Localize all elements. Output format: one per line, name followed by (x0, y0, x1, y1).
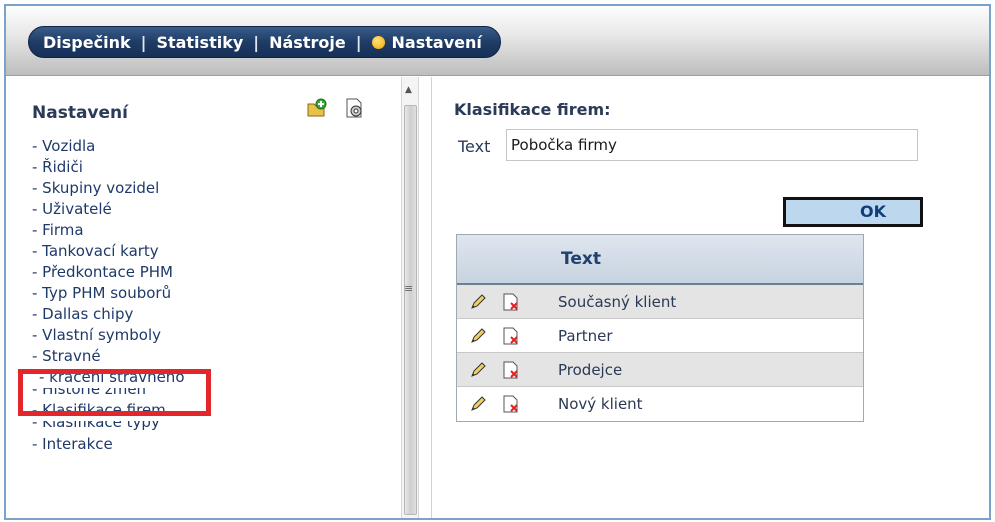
settings-sidebar: Nastavení - Vozidla - Řidiči - Skupiny v… (6, 77, 401, 518)
table-row: Současný klient (457, 285, 863, 319)
app-frame: Dispečink | Statistiky | Nástroje | Nast… (4, 4, 991, 520)
text-field-label: Text (458, 137, 491, 156)
column-header-text[interactable]: Text (561, 249, 601, 269)
settings-page-icon[interactable] (344, 97, 366, 119)
nav-separator: | (355, 32, 362, 52)
ok-button[interactable]: OK (783, 197, 923, 227)
sidebar-scrollbar[interactable]: ▲ ≡ (401, 77, 419, 518)
text-input[interactable] (506, 129, 918, 161)
edit-icon[interactable] (470, 327, 488, 345)
table-row: Partner (457, 319, 863, 353)
main-nav: Dispečink | Statistiky | Nástroje | Nast… (28, 26, 501, 58)
delete-icon[interactable] (502, 293, 520, 311)
sidebar-item-tankovaci-karty[interactable]: - Tankovací karty (32, 241, 185, 262)
edit-icon[interactable] (470, 293, 488, 311)
sidebar-item-vlastni-symboly[interactable]: - Vlastní symboly (32, 325, 185, 346)
table-row: Prodejce (457, 353, 863, 387)
sidebar-item-uzivatele[interactable]: - Uživatelé (32, 199, 185, 220)
nav-separator: | (253, 32, 260, 52)
classification-table: Text Současný klient Partner Prodejce No… (456, 234, 864, 422)
highlight-box (18, 369, 211, 416)
row-text: Současný klient (558, 293, 677, 311)
page-title: Klasifikace firem: (454, 100, 611, 119)
sidebar-item-vozidla[interactable]: - Vozidla (32, 136, 185, 157)
sidebar-item-klasifikace-typy[interactable]: - Klasifikace typy (32, 421, 185, 434)
panel-divider (431, 77, 432, 518)
delete-icon[interactable] (502, 327, 520, 345)
sidebar-item-interakce[interactable]: - Interakce (32, 434, 185, 455)
sidebar-toolbar (306, 97, 366, 119)
sidebar-item-stravne[interactable]: - Stravné (32, 346, 185, 367)
sidebar-item-dallas-chipy[interactable]: - Dallas chipy (32, 304, 185, 325)
sidebar-item-typ-phm-souboru[interactable]: - Typ PHM souborů (32, 283, 185, 304)
active-dot-icon (371, 35, 385, 49)
edit-icon[interactable] (470, 395, 488, 413)
top-bar: Dispečink | Statistiky | Nástroje | Nast… (6, 6, 989, 76)
scroll-grip-icon: ≡ (404, 282, 414, 295)
nav-statistiky[interactable]: Statistiky (156, 33, 243, 52)
row-text: Nový klient (558, 395, 643, 413)
add-folder-icon[interactable] (306, 97, 328, 119)
sidebar-title: Nastavení (32, 103, 128, 123)
nav-nastaveni[interactable]: Nastavení (392, 33, 482, 52)
scroll-up-icon[interactable]: ▲ (405, 85, 412, 95)
sidebar-item-predkontace-phm[interactable]: - Předkontace PHM (32, 262, 185, 283)
table-row: Nový klient (457, 387, 863, 421)
nav-dispecink[interactable]: Dispečink (43, 33, 131, 52)
row-text: Prodejce (558, 361, 623, 379)
nav-separator: | (140, 32, 147, 52)
nav-nastroje[interactable]: Nástroje (269, 33, 346, 52)
delete-icon[interactable] (502, 361, 520, 379)
sidebar-item-firma[interactable]: - Firma (32, 220, 185, 241)
edit-icon[interactable] (470, 361, 488, 379)
row-text: Partner (558, 327, 613, 345)
table-header: Text (457, 235, 863, 285)
delete-icon[interactable] (502, 395, 520, 413)
sidebar-item-skupiny-vozidel[interactable]: - Skupiny vozidel (32, 178, 185, 199)
sidebar-item-ridici[interactable]: - Řidiči (32, 157, 185, 178)
scroll-thumb[interactable] (404, 105, 417, 515)
